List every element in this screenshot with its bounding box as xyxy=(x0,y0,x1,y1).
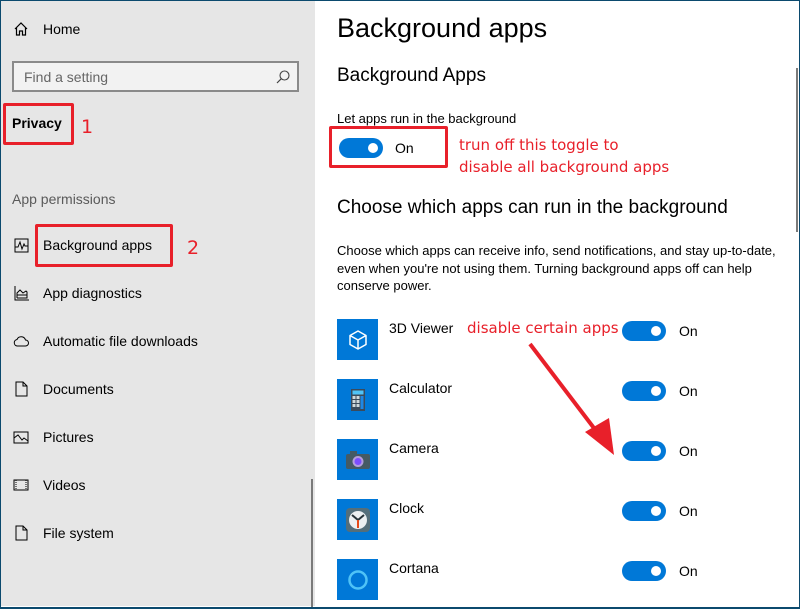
app-toggle-state: On xyxy=(679,383,698,399)
sidebar-item-label: Videos xyxy=(43,477,86,493)
sidebar-item-label: File system xyxy=(43,525,114,541)
home-icon xyxy=(12,20,30,38)
search-box[interactable] xyxy=(12,61,299,92)
sidebar-item-label: Documents xyxy=(43,381,114,397)
sidebar-item-label: Pictures xyxy=(43,429,94,445)
sidebar-home[interactable]: Home xyxy=(1,9,315,49)
sidebar-item-documents[interactable]: Documents xyxy=(1,369,315,409)
sidebar-item-file-system[interactable]: File system xyxy=(1,513,315,553)
background-apps-highlight-box xyxy=(35,224,173,267)
calculator-icon xyxy=(337,379,378,420)
sidebar-item-automatic-file-downloads[interactable]: Automatic file downloads xyxy=(1,321,315,361)
app-toggle[interactable] xyxy=(622,381,666,401)
search-input[interactable] xyxy=(14,63,274,90)
sidebar: Home Privacy App permissions Background … xyxy=(1,1,315,607)
privacy-highlight-box xyxy=(3,103,74,145)
app-row-clock: Clock On xyxy=(337,499,777,543)
file-icon xyxy=(12,524,30,542)
app-name: Cortana xyxy=(389,560,439,576)
step-1-label: 1 xyxy=(81,116,94,138)
app-toggle-state: On xyxy=(679,323,698,339)
app-name: 3D Viewer xyxy=(389,320,454,336)
sidebar-scrollbar[interactable] xyxy=(311,479,313,607)
choose-apps-title: Choose which apps can run in the backgro… xyxy=(337,197,728,218)
sidebar-item-pictures[interactable]: Pictures xyxy=(1,417,315,457)
app-toggle-state: On xyxy=(679,563,698,579)
choose-apps-description: Choose which apps can receive info, send… xyxy=(337,243,776,293)
app-toggle[interactable] xyxy=(622,321,666,341)
background-apps-icon xyxy=(12,236,30,254)
master-toggle-highlight-box xyxy=(329,126,448,168)
camera-icon xyxy=(337,439,378,480)
cloud-icon xyxy=(12,332,30,350)
clock-icon xyxy=(337,499,378,540)
toggle-instruction-note: trun off this toggle to disable all back… xyxy=(459,134,669,178)
toggle-note-line2: disable all background apps xyxy=(459,158,670,176)
section-header-app-permissions: App permissions xyxy=(12,191,116,207)
apps-instruction-note: disable certain apps xyxy=(467,319,619,337)
pictures-icon xyxy=(12,428,30,446)
main-panel: Background apps Background Apps Let apps… xyxy=(315,1,798,606)
document-icon xyxy=(12,380,30,398)
home-label: Home xyxy=(43,21,81,37)
app-toggle-state: On xyxy=(679,443,698,459)
app-toggle[interactable] xyxy=(622,441,666,461)
app-name: Calculator xyxy=(389,380,453,396)
app-toggle-state: On xyxy=(679,503,698,519)
step-2-label: 2 xyxy=(187,237,200,259)
master-toggle-label: Let apps run in the background xyxy=(337,111,517,126)
3d-viewer-icon xyxy=(337,319,378,360)
sidebar-item-label: Automatic file downloads xyxy=(43,333,198,349)
app-toggle[interactable] xyxy=(622,561,666,581)
sidebar-item-label: App diagnostics xyxy=(43,285,142,301)
sidebar-item-videos[interactable]: Videos xyxy=(1,465,315,505)
video-icon xyxy=(12,476,30,494)
red-arrow xyxy=(528,342,614,455)
sidebar-item-app-diagnostics[interactable]: App diagnostics xyxy=(1,273,315,313)
main-scrollbar[interactable] xyxy=(796,68,798,232)
app-toggle[interactable] xyxy=(622,501,666,521)
app-diagnostics-icon xyxy=(12,284,30,302)
app-name: Camera xyxy=(389,440,439,456)
page-title: Background apps xyxy=(337,13,548,43)
app-row-cortana: Cortana On xyxy=(337,559,777,603)
cortana-icon xyxy=(337,559,378,600)
section-title: Background Apps xyxy=(337,65,486,86)
toggle-note-line1: trun off this toggle to xyxy=(459,136,619,154)
app-name: Clock xyxy=(389,500,425,516)
arrow-shaft xyxy=(528,342,602,438)
search-icon[interactable] xyxy=(275,69,291,85)
